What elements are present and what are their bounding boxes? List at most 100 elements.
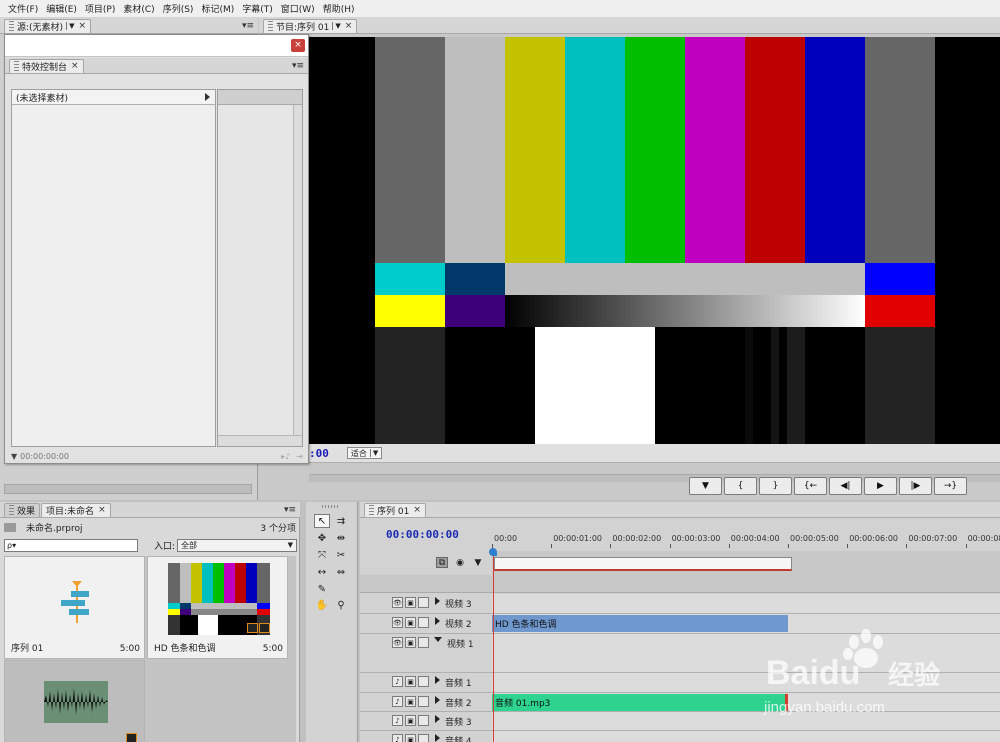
bin-item-audio[interactable] bbox=[4, 660, 145, 742]
eye-icon[interactable]: 👁 bbox=[392, 617, 403, 628]
sync-lock-icon[interactable]: ▣ bbox=[405, 676, 416, 687]
eye-icon[interactable]: 👁 bbox=[392, 597, 403, 608]
tab-effects[interactable]: 效果 bbox=[4, 502, 41, 517]
work-area-bar[interactable] bbox=[492, 551, 1000, 575]
track-lock-icon[interactable] bbox=[418, 676, 429, 687]
window-titlebar[interactable]: × bbox=[5, 35, 308, 57]
timeline-timecode[interactable]: 00:00:00:00 bbox=[386, 528, 459, 541]
program-ruler[interactable] bbox=[309, 462, 1000, 474]
transport-button[interactable]: } bbox=[759, 477, 792, 495]
zoom-tool-icon[interactable]: ⚲ bbox=[333, 598, 349, 612]
close-icon[interactable]: × bbox=[345, 21, 353, 31]
menu-item[interactable]: 窗口(W) bbox=[277, 2, 319, 15]
vertical-scrollbar[interactable] bbox=[293, 105, 302, 435]
rolling-edit-tool-icon[interactable]: ⇹ bbox=[333, 531, 349, 545]
sync-lock-icon[interactable]: ▣ bbox=[405, 734, 416, 742]
selection-tool-icon[interactable]: ↖ bbox=[314, 514, 330, 528]
transport-button[interactable]: |▶ bbox=[899, 477, 932, 495]
marker-icon[interactable]: ▼ bbox=[472, 557, 484, 568]
set-encore-marker-icon[interactable]: ◉ bbox=[454, 557, 466, 568]
transport-button[interactable]: ▶ bbox=[864, 477, 897, 495]
track-body[interactable] bbox=[492, 731, 1000, 742]
track-expand-icon[interactable] bbox=[435, 734, 440, 742]
track-lock-icon[interactable] bbox=[418, 637, 429, 648]
transport-button[interactable]: ▼ bbox=[689, 477, 722, 495]
playhead-line[interactable] bbox=[493, 548, 494, 742]
rate-stretch-tool-icon[interactable]: ⤧ bbox=[314, 548, 330, 562]
sync-lock-icon[interactable]: ▣ bbox=[405, 597, 416, 608]
track-expand-icon[interactable] bbox=[434, 637, 442, 642]
close-icon[interactable]: × bbox=[71, 61, 79, 71]
close-icon[interactable]: × bbox=[98, 505, 106, 515]
track-body[interactable]: 音频 01.mp3 bbox=[492, 693, 1000, 711]
razor-tool-icon[interactable]: ✂ bbox=[333, 548, 349, 562]
no-clip-header[interactable]: (未选择素材) bbox=[12, 90, 215, 105]
play-audio-icon[interactable]: ▸♪ bbox=[281, 452, 290, 461]
grip-icon[interactable] bbox=[14, 61, 19, 71]
tab-project[interactable]: 项目:未命名 × bbox=[41, 502, 111, 517]
chevron-down-icon[interactable]: ▼ bbox=[66, 22, 74, 30]
panel-menu-icon[interactable]: ▾≡ bbox=[284, 505, 296, 515]
search-input[interactable]: ρ▾ bbox=[4, 538, 138, 552]
track-body[interactable] bbox=[492, 594, 1000, 613]
speaker-icon[interactable]: ♪ bbox=[392, 715, 403, 726]
program-video-frame[interactable] bbox=[309, 37, 1000, 444]
grip-icon[interactable] bbox=[9, 505, 14, 515]
fit-select[interactable]: 适合 ▼ bbox=[346, 447, 383, 459]
track-lock-icon[interactable] bbox=[418, 715, 429, 726]
effect-timeline-ruler[interactable] bbox=[218, 90, 302, 105]
track-expand-icon[interactable] bbox=[435, 597, 440, 605]
menu-item[interactable]: 素材(C) bbox=[119, 2, 158, 15]
timeline-ruler[interactable]: 00:00 00:00:01:00 00:00:02:00 00:00:03:00 00… bbox=[492, 534, 1000, 548]
speaker-icon[interactable]: ♪ bbox=[392, 696, 403, 707]
track-lock-icon[interactable] bbox=[418, 696, 429, 707]
track-lock-icon[interactable] bbox=[418, 597, 429, 608]
program-timecode[interactable]: :00 bbox=[309, 447, 329, 460]
menu-item[interactable]: 序列(S) bbox=[159, 2, 198, 15]
export-icon[interactable]: ⇥ bbox=[296, 452, 303, 461]
eye-icon[interactable]: 👁 bbox=[392, 637, 403, 648]
bin-item-bars[interactable]: HD 色条和色调 5:00 bbox=[147, 556, 288, 659]
close-icon[interactable]: × bbox=[78, 21, 86, 31]
audio-clip[interactable]: 音频 01.mp3 bbox=[492, 694, 788, 711]
grip-icon[interactable] bbox=[322, 505, 340, 508]
bin-item-sequence[interactable]: 序列 01 5:00 bbox=[4, 556, 145, 659]
tab-source[interactable]: 源:(无素材) ▼ × bbox=[4, 18, 91, 33]
ripple-edit-tool-icon[interactable]: ✥ bbox=[314, 531, 330, 545]
track-expand-icon[interactable] bbox=[435, 715, 440, 723]
video-clip[interactable]: HD 色条和色调 bbox=[492, 615, 788, 632]
menu-item[interactable]: 文件(F) bbox=[4, 2, 42, 15]
transport-button[interactable]: →} bbox=[934, 477, 967, 495]
speaker-icon[interactable]: ♪ bbox=[392, 734, 403, 742]
track-body[interactable] bbox=[492, 634, 1000, 672]
close-icon[interactable]: × bbox=[413, 505, 421, 515]
track-lock-icon[interactable] bbox=[418, 617, 429, 628]
track-expand-icon[interactable] bbox=[435, 617, 440, 625]
work-area-range[interactable] bbox=[494, 557, 792, 571]
effect-controls-timecode[interactable]: 00:00:00:00 bbox=[20, 452, 69, 461]
track-select-tool-icon[interactable]: ⇉ bbox=[333, 514, 349, 528]
tab-sequence[interactable]: 序列 01 × bbox=[364, 502, 426, 517]
track-expand-icon[interactable] bbox=[435, 696, 440, 704]
expand-arrow-icon[interactable] bbox=[205, 93, 210, 101]
close-icon[interactable]: × bbox=[291, 39, 305, 52]
transport-button[interactable]: ◀| bbox=[829, 477, 862, 495]
chevron-down-icon[interactable]: ▼ bbox=[332, 22, 341, 30]
grip-icon[interactable] bbox=[369, 505, 374, 515]
sync-lock-icon[interactable]: ▣ bbox=[405, 696, 416, 707]
source-scrubber[interactable] bbox=[4, 484, 252, 494]
slide-tool-icon[interactable]: ⇔ bbox=[333, 565, 349, 579]
tab-program[interactable]: 节目:序列 01 ▼ × bbox=[263, 18, 358, 33]
track-lock-icon[interactable] bbox=[418, 734, 429, 742]
marker-icon[interactable]: ▼ bbox=[11, 452, 17, 461]
panel-menu-icon[interactable]: ▾≡ bbox=[292, 61, 304, 71]
playhead-icon[interactable] bbox=[489, 548, 497, 556]
menu-item[interactable]: 字幕(T) bbox=[238, 2, 277, 15]
sync-lock-icon[interactable]: ▣ bbox=[405, 637, 416, 648]
pen-tool-icon[interactable]: ✎ bbox=[314, 582, 330, 596]
sync-lock-icon[interactable]: ▣ bbox=[405, 715, 416, 726]
horizontal-scrollbar[interactable] bbox=[218, 435, 302, 446]
menu-item[interactable]: 项目(P) bbox=[81, 2, 119, 15]
grip-icon[interactable] bbox=[9, 21, 14, 31]
menu-item[interactable]: 编辑(E) bbox=[42, 2, 81, 15]
